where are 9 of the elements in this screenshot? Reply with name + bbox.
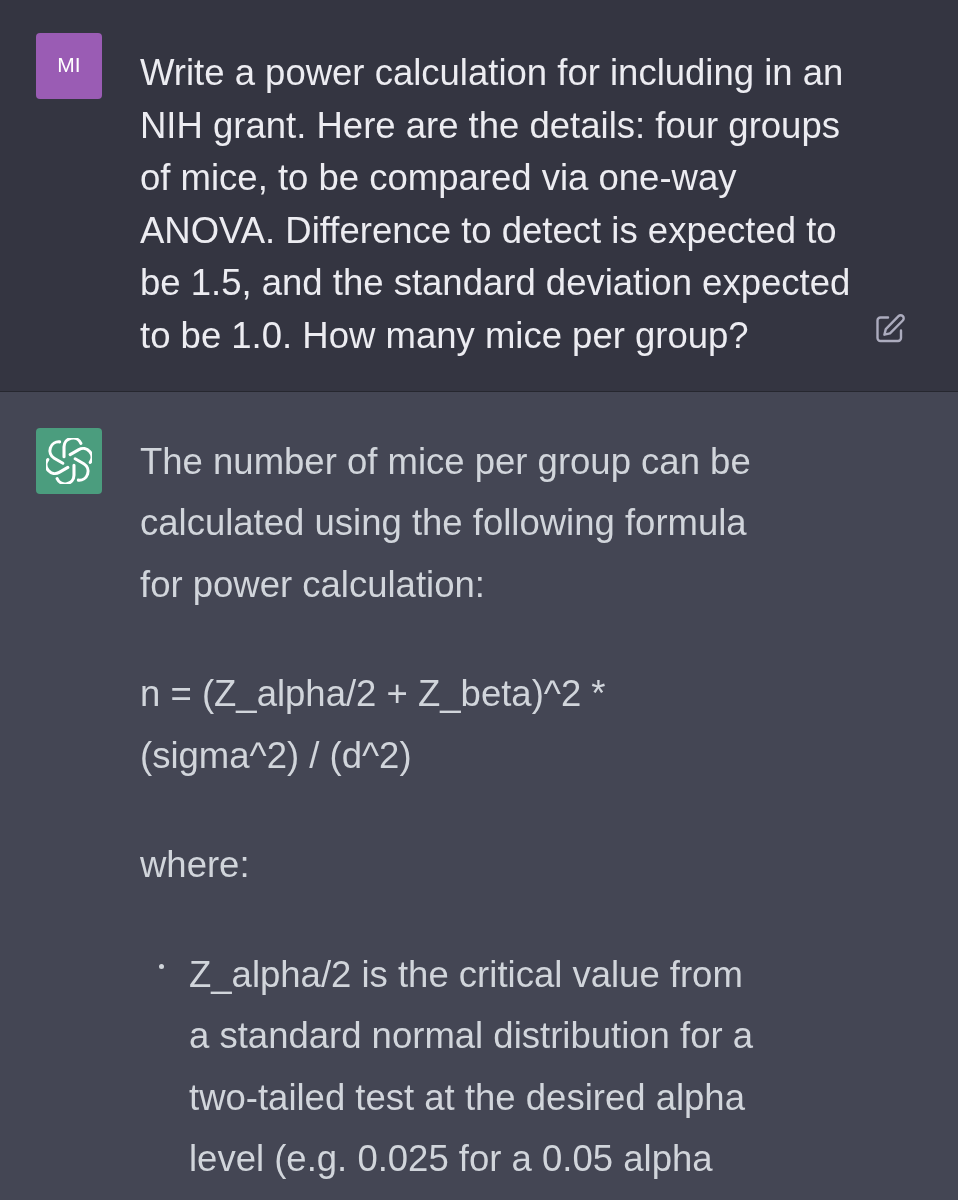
bullet-icon <box>159 963 164 969</box>
response-text: where: <box>140 843 251 888</box>
response-text: n = (Z_alpha/2 + Z_beta)^2 * (sigma^2) / (d^2) <box>140 672 607 778</box>
knot-logo-icon <box>36 427 102 494</box>
edit-icon[interactable] <box>874 312 906 345</box>
user-avatar: MI <box>36 33 102 99</box>
list-item-text: Z_alpha/2 is the critical value from a standard normal distribution for a two-tailed test at the desired alpha level (e.g. 0.025 for a 0.05 alpha <box>189 952 755 1182</box>
prompt-text: Write a power calculation for including in an NIH grant. Here are the details: four groups of mice, to be compared via one-way ANOVA. Difference to detect is expected to be 1.5, and the standard deviation expected to be 1.0. How many mice per group? <box>140 51 852 358</box>
response-text: The number of mice per group can be calculated using the following formula for power calculation: <box>140 439 752 607</box>
